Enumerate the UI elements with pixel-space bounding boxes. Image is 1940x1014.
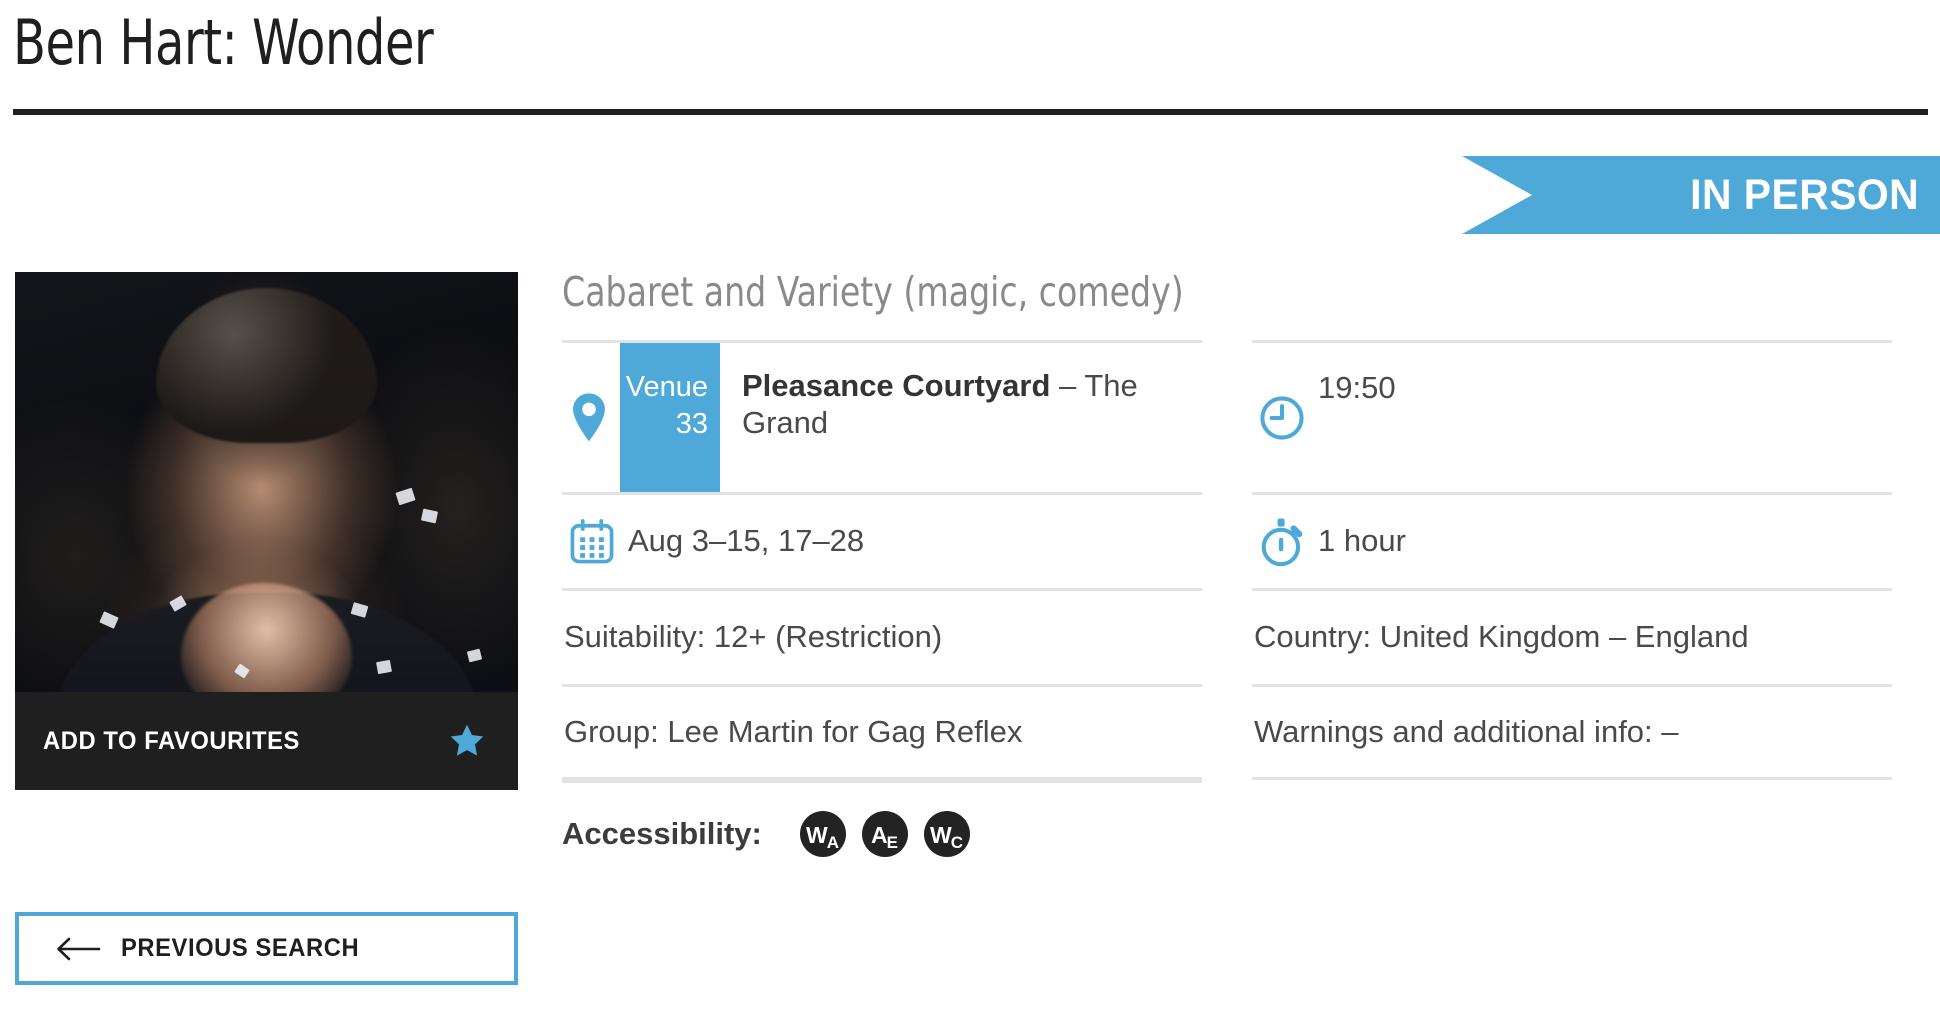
accessibility-badge-ae[interactable]: AE — [862, 810, 908, 857]
dates-row: Aug 3–15, 17–28 — [562, 492, 1202, 588]
suitability-value: Suitability: 12+ (Restriction) — [564, 619, 943, 655]
group-row: Group: Lee Martin for Gag Reflex — [562, 684, 1202, 780]
show-details: Cabaret and Variety (magic, comedy) Venu… — [562, 268, 1922, 876]
warnings-row: Warnings and additional info: – — [1252, 684, 1892, 780]
arrow-left-icon — [55, 936, 101, 962]
duration-value: 1 hour — [1318, 523, 1406, 559]
title-divider — [13, 109, 1928, 115]
warnings-value: Warnings and additional info: – — [1254, 713, 1679, 749]
page-title: Ben Hart: Wonder — [13, 6, 434, 79]
add-to-favourites-label: ADD TO FAVOURITES — [43, 726, 300, 755]
clock-icon — [1252, 343, 1310, 492]
venue-name: Pleasance Courtyard – The Grand — [720, 343, 1202, 441]
map-pin-icon — [562, 343, 620, 492]
venue-badge-line1: Venue — [625, 371, 708, 403]
dates-value: Aug 3–15, 17–28 — [628, 523, 865, 559]
accessibility-badge-wc-sub: C — [950, 832, 963, 852]
accessibility-badge-ae-main: A — [871, 821, 888, 848]
show-listing-page: Ben Hart: Wonder IN PERSON ADD TO FAVOUR… — [0, 0, 1940, 1014]
suitability-row: Suitability: 12+ (Restriction) — [562, 588, 1202, 684]
country-value: Country: United Kingdom – England — [1254, 619, 1749, 655]
previous-search-label: PREVIOUS SEARCH — [121, 934, 360, 962]
country-row: Country: United Kingdom – England — [1252, 588, 1892, 684]
accessibility-badge-wa-sub: A — [826, 832, 839, 852]
time-value: 19:50 — [1318, 370, 1396, 405]
details-column-right: 19:50 1 hour Country: United Kingdom – E… — [1252, 340, 1892, 876]
in-person-banner: IN PERSON — [1462, 156, 1940, 234]
calendar-icon — [562, 495, 620, 588]
group-value: Group: Lee Martin for Gag Reflex — [564, 713, 1023, 749]
accessibility-badge-wa-main: W — [806, 821, 828, 848]
accessibility-badge-wa[interactable]: WA — [800, 810, 846, 857]
time-row: 19:50 — [1252, 340, 1892, 492]
venue-number-badge: Venue 33 — [620, 343, 720, 492]
accessibility-badge-ae-sub: E — [886, 832, 898, 852]
accessibility-row: Accessibility: WA AE WC — [562, 780, 1202, 876]
genre-heading: Cabaret and Variety (magic, comedy) — [562, 268, 1184, 316]
add-to-favourites-button[interactable]: ADD TO FAVOURITES — [15, 692, 518, 790]
details-column-left: Venue 33 Pleasance Courtyard – The Grand — [562, 340, 1202, 876]
venue-badge-line2: 33 — [675, 408, 708, 441]
poster-photo-hair — [155, 287, 378, 443]
in-person-label: IN PERSON — [1690, 170, 1920, 219]
details-columns: Venue 33 Pleasance Courtyard – The Grand — [562, 340, 1922, 876]
stopwatch-icon — [1252, 495, 1310, 588]
star-icon[interactable] — [446, 721, 488, 761]
previous-search-button[interactable]: PREVIOUS SEARCH — [15, 912, 518, 985]
accessibility-label: Accessibility: — [562, 815, 762, 851]
accessibility-badge-wc-main: W — [930, 821, 952, 848]
accessibility-badge-wc[interactable]: WC — [924, 810, 970, 857]
venue-row: Venue 33 Pleasance Courtyard – The Grand — [562, 340, 1202, 492]
duration-row: 1 hour — [1252, 492, 1892, 588]
show-poster: ADD TO FAVOURITES — [15, 272, 518, 790]
venue-name-primary: Pleasance Courtyard — [742, 368, 1051, 403]
accessibility-badges: WA AE WC — [800, 810, 970, 857]
